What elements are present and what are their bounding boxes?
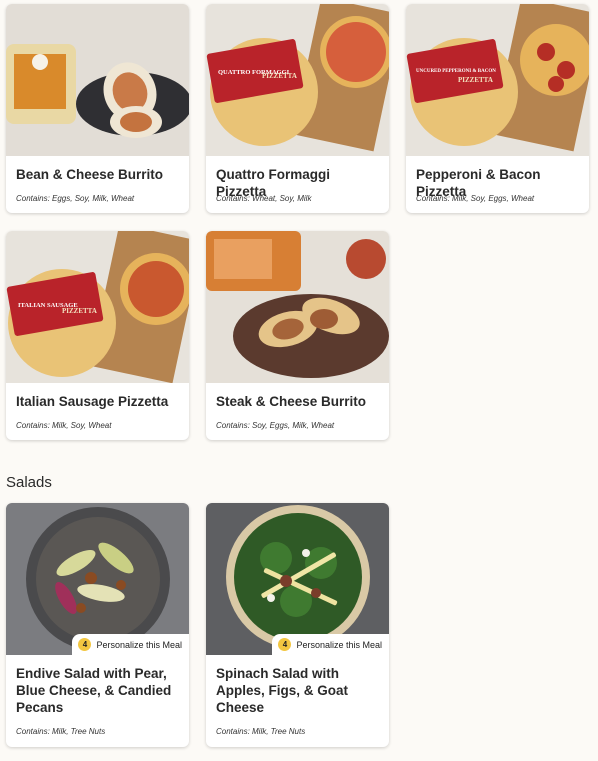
meal-title: Spinach Salad with Apples, Figs, & Goat …: [216, 666, 349, 715]
salad-card[interactable]: 4 Personalize this Meal Spinach Salad wi…: [206, 503, 389, 747]
personalize-count-badge: 4: [78, 638, 92, 651]
meal-photo: [206, 231, 389, 383]
package-brand: PIZZETTA: [62, 307, 97, 315]
section-title-salads: Salads: [6, 474, 52, 491]
personalize-meal-button[interactable]: 4 Personalize this Meal: [72, 634, 189, 655]
allergen-info: Contains: Soy, Eggs, Milk, Wheat: [216, 421, 335, 430]
meal-photo: QUATTRO FORMAGGI PIZZETTA: [206, 4, 389, 156]
meal-card[interactable]: Bean & Cheese Burrito Contains: Eggs, So…: [6, 4, 189, 213]
meal-photo: [6, 4, 189, 156]
personalize-label: Personalize this Meal: [96, 639, 182, 650]
allergen-info: Contains: Wheat, Soy, Milk: [216, 194, 312, 203]
meal-title: Italian Sausage Pizzetta: [16, 394, 169, 409]
personalize-label: Personalize this Meal: [296, 639, 382, 650]
meal-photo: 4 Personalize this Meal: [6, 503, 189, 655]
meal-photo: ITALIAN SAUSAGE PIZZETTA: [6, 231, 189, 383]
salad-card[interactable]: 4 Personalize this Meal Endive Salad wit…: [6, 503, 189, 747]
allergen-info: Contains: Milk, Tree Nuts: [16, 727, 106, 736]
allergen-info: Contains: Eggs, Soy, Milk, Wheat: [16, 194, 135, 203]
meal-card[interactable]: QUATTRO FORMAGGI PIZZETTA Quattro Formag…: [206, 4, 389, 213]
meal-card[interactable]: UNCURED PEPPERONI & BACON PIZZETTA Peppe…: [406, 4, 589, 213]
allergen-info: Contains: Milk, Soy, Eggs, Wheat: [416, 194, 535, 203]
package-label: UNCURED PEPPERONI & BACON: [416, 69, 496, 74]
package-brand: PIZZETTA: [262, 72, 297, 80]
allergen-info: Contains: Milk, Tree Nuts: [216, 727, 306, 736]
meal-title: Endive Salad with Pear, Blue Cheese, & C…: [16, 666, 172, 715]
allergen-info: Contains: Milk, Soy, Wheat: [16, 421, 112, 430]
meal-title: Steak & Cheese Burrito: [216, 394, 367, 409]
personalize-meal-button[interactable]: 4 Personalize this Meal: [272, 634, 389, 655]
meal-photo: UNCURED PEPPERONI & BACON PIZZETTA: [406, 4, 589, 156]
package-brand: PIZZETTA: [458, 76, 493, 84]
personalize-count-badge: 4: [278, 638, 292, 651]
meal-photo: 4 Personalize this Meal: [206, 503, 389, 655]
meal-title: Bean & Cheese Burrito: [16, 167, 164, 182]
meal-card[interactable]: Steak & Cheese Burrito Contains: Soy, Eg…: [206, 231, 389, 440]
meal-card[interactable]: ITALIAN SAUSAGE PIZZETTA Italian Sausage…: [6, 231, 189, 440]
